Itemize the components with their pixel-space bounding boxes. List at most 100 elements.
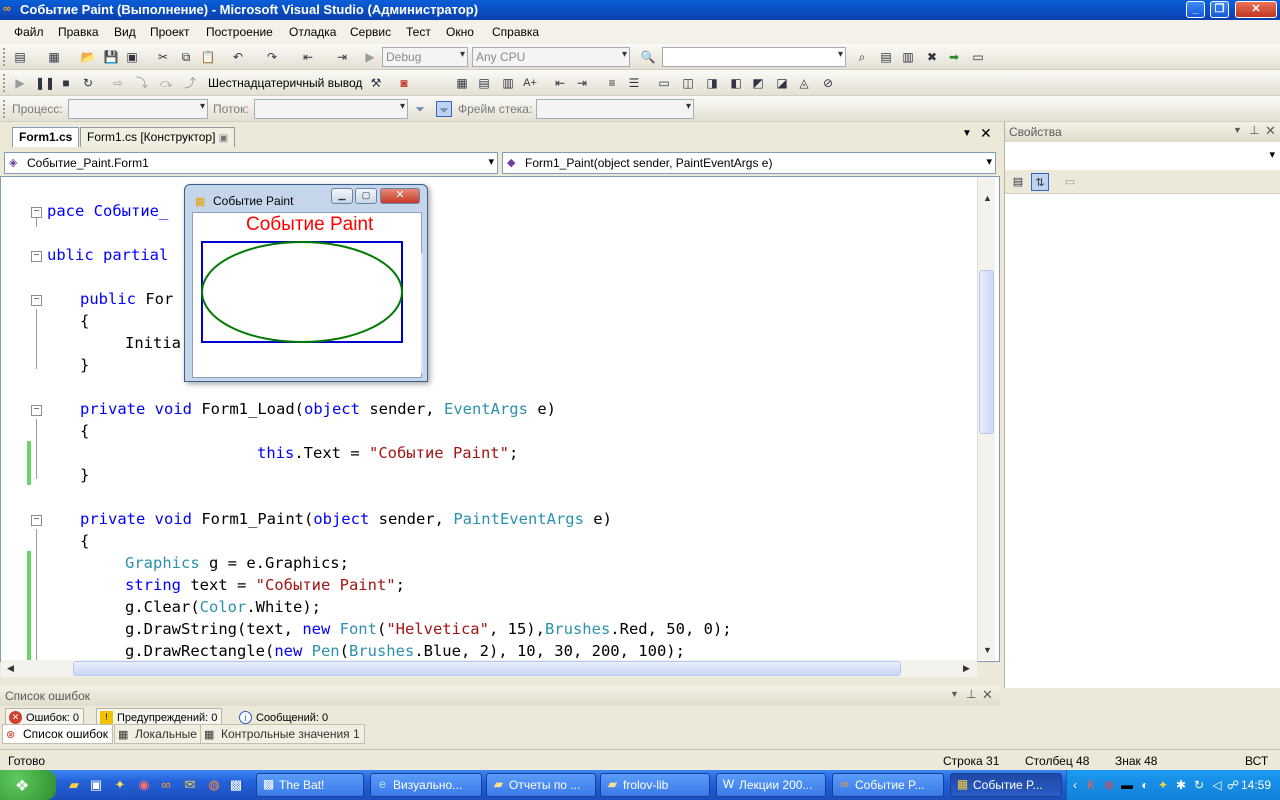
show-flagged-threads-icon[interactable]: ⏷ xyxy=(436,101,452,117)
tray-app-icon[interactable]: ✦ xyxy=(1155,777,1171,793)
continue-icon[interactable]: ▶ xyxy=(12,75,28,91)
tab-error-list[interactable]: ⊗ Список ошибок xyxy=(2,724,114,744)
scroll-left-icon[interactable]: ◀ xyxy=(7,663,14,674)
bookmark-next-icon[interactable]: ▥ xyxy=(500,75,516,91)
window-position-icon[interactable]: ▼ xyxy=(1233,125,1242,135)
watch-icon[interactable]: ⚒ xyxy=(368,75,384,91)
restart-icon[interactable]: ↻ xyxy=(80,75,96,91)
tray-expand-icon[interactable]: ‹ xyxy=(1067,777,1083,793)
navigate-forward-icon[interactable]: ⇥ xyxy=(334,49,350,65)
next-bookmark-folder-icon[interactable]: ◩ xyxy=(750,75,766,91)
property-pages-icon[interactable]: ▭ xyxy=(1061,173,1079,191)
menu-window[interactable]: Окно xyxy=(446,25,474,39)
form-close-button[interactable]: ✕ xyxy=(380,188,420,204)
scroll-thumb[interactable] xyxy=(73,661,901,676)
quicklaunch-bat2-icon[interactable]: ▩ xyxy=(228,777,244,793)
object-selector[interactable] xyxy=(1007,146,1279,166)
language-flag-icon[interactable]: ▬ xyxy=(1119,777,1135,793)
toggle-filter-icon[interactable]: ⏷ xyxy=(412,101,428,117)
task-vs-event-paint[interactable]: ∞ Событие P... xyxy=(832,773,944,797)
bluetooth-icon[interactable]: ✱ xyxy=(1173,777,1189,793)
horizontal-scrollbar[interactable]: ◀ ▶ xyxy=(1,660,977,677)
process-select[interactable] xyxy=(68,99,208,119)
auto-hide-pin-icon[interactable]: ⊥ xyxy=(1249,123,1259,137)
menu-help[interactable]: Справка xyxy=(492,25,539,39)
menu-edit[interactable]: Правка xyxy=(58,25,99,39)
bookmark-icon[interactable]: ▦ xyxy=(454,75,470,91)
quicklaunch-bat-icon[interactable]: ✦ xyxy=(112,777,128,793)
form-maximize-button[interactable]: ▢ xyxy=(355,188,377,204)
categorized-icon[interactable]: ▤ xyxy=(1009,173,1027,191)
save-all-icon[interactable]: ▣ xyxy=(124,49,140,65)
properties-window-icon[interactable]: ▥ xyxy=(900,49,916,65)
tab-list-dropdown-icon[interactable]: ▼ xyxy=(962,128,972,139)
toolbox-icon[interactable]: ✖ xyxy=(924,49,940,65)
solution-explorer-icon[interactable]: ▤ xyxy=(878,49,894,65)
class-dropdown[interactable]: ◈ Событие_Paint.Form1 xyxy=(4,152,498,174)
outline-collapse-button[interactable]: − xyxy=(31,251,42,262)
show-next-statement-icon[interactable]: ⇨ xyxy=(110,75,126,91)
quicklaunch-firefox-icon[interactable]: ◍ xyxy=(206,777,222,793)
navigate-back-icon[interactable]: ⇤ xyxy=(300,49,316,65)
decrease-indent-icon[interactable]: ⇤ xyxy=(552,75,568,91)
find-in-files-icon[interactable]: 🔍 xyxy=(640,49,656,65)
next-bookmark-doc-icon[interactable]: ◬ xyxy=(796,75,812,91)
outline-collapse-button[interactable]: − xyxy=(31,515,42,526)
toggle-bookmark-icon[interactable]: ▭ xyxy=(656,75,672,91)
task-reports[interactable]: ▰ Отчеты по ... xyxy=(486,773,596,797)
prev-bookmark-folder-icon[interactable]: ◧ xyxy=(728,75,744,91)
task-frolov-lib[interactable]: ▰ frolov-lib xyxy=(600,773,710,797)
breakpoints-icon[interactable]: ◙ xyxy=(396,75,412,91)
tab-form1-cs[interactable]: Form1.cs xyxy=(12,127,80,147)
close-panel-icon[interactable]: ✕ xyxy=(1265,123,1276,139)
prev-bookmark-icon[interactable]: ◫ xyxy=(680,75,696,91)
close-panel-icon[interactable]: ✕ xyxy=(982,687,993,703)
member-dropdown[interactable]: ◆ Form1_Paint(object sender, PaintEventA… xyxy=(502,152,996,174)
scroll-right-icon[interactable]: ▶ xyxy=(963,663,970,674)
window-position-icon[interactable]: ▼ xyxy=(950,689,959,699)
quicklaunch-vs-icon[interactable]: ∞ xyxy=(158,777,174,793)
task-lectures[interactable]: W Лекции 200... xyxy=(716,773,826,797)
cut-icon[interactable]: ✂ xyxy=(155,49,171,65)
prev-bookmark-doc-icon[interactable]: ◪ xyxy=(774,75,790,91)
start-page-icon[interactable]: ➡ xyxy=(946,49,962,65)
clear-bookmarks-icon[interactable]: ⊘ xyxy=(820,75,836,91)
undo-icon[interactable]: ↶ xyxy=(230,49,246,65)
add-item-icon[interactable]: ▦ xyxy=(46,49,62,65)
step-out-icon[interactable]: ⤴ xyxy=(182,75,198,91)
code-editor[interactable]: − − − − − pace Событие_ ublic partial pu… xyxy=(0,176,1000,662)
sync-icon[interactable]: ↻ xyxy=(1191,777,1207,793)
quicklaunch-mail-icon[interactable]: ✉ xyxy=(182,777,198,793)
menu-tools[interactable]: Сервис xyxy=(350,25,391,39)
scroll-down-icon[interactable]: ▼ xyxy=(983,645,992,655)
antivirus-icon[interactable]: K xyxy=(1083,777,1099,793)
new-project-icon[interactable]: ▤ xyxy=(12,49,28,65)
security-alert-icon[interactable]: ⊗ xyxy=(1101,777,1117,793)
configuration-select[interactable]: Debug xyxy=(382,47,468,67)
start-debugging-icon[interactable]: ▶ xyxy=(362,49,378,65)
thread-select[interactable] xyxy=(254,99,408,119)
step-over-icon[interactable]: ⤼ xyxy=(158,75,174,91)
paste-icon[interactable]: 📋 xyxy=(200,49,216,65)
step-into-icon[interactable]: ⤵ xyxy=(134,75,150,91)
menu-debug[interactable]: Отладка xyxy=(289,25,336,39)
toolbar-grip[interactable] xyxy=(3,74,6,92)
task-visual[interactable]: e Визуально... xyxy=(370,773,482,797)
window-titlebar[interactable]: ∞ Событие Paint (Выполнение) - Microsoft… xyxy=(0,0,1280,20)
close-tab-icon[interactable]: ✕ xyxy=(980,125,992,142)
menu-project[interactable]: Проект xyxy=(150,25,190,39)
menu-view[interactable]: Вид xyxy=(114,25,136,39)
class-view-icon[interactable]: ▭ xyxy=(970,49,986,65)
tab-locals[interactable]: ▦ Локальные xyxy=(114,724,202,744)
quicklaunch-flash-icon[interactable]: ◉ xyxy=(136,777,152,793)
task-event-paint-form[interactable]: ▦ Событие P... xyxy=(950,773,1062,797)
task-the-bat[interactable]: ▩ The Bat! xyxy=(256,773,364,797)
scroll-thumb[interactable] xyxy=(979,270,994,434)
network-icon[interactable]: ◐ xyxy=(1137,777,1153,793)
tab-form1-designer[interactable]: Form1.cs [Конструктор] ▣ xyxy=(80,127,236,147)
volume-icon[interactable]: ◁ xyxy=(1209,777,1225,793)
next-bookmark-icon[interactable]: ◨ xyxy=(704,75,720,91)
comment-icon[interactable]: ≡ xyxy=(604,75,620,91)
form-minimize-button[interactable]: ▁ xyxy=(331,188,353,204)
quicklaunch-folder-icon[interactable]: ▰ xyxy=(66,777,82,793)
